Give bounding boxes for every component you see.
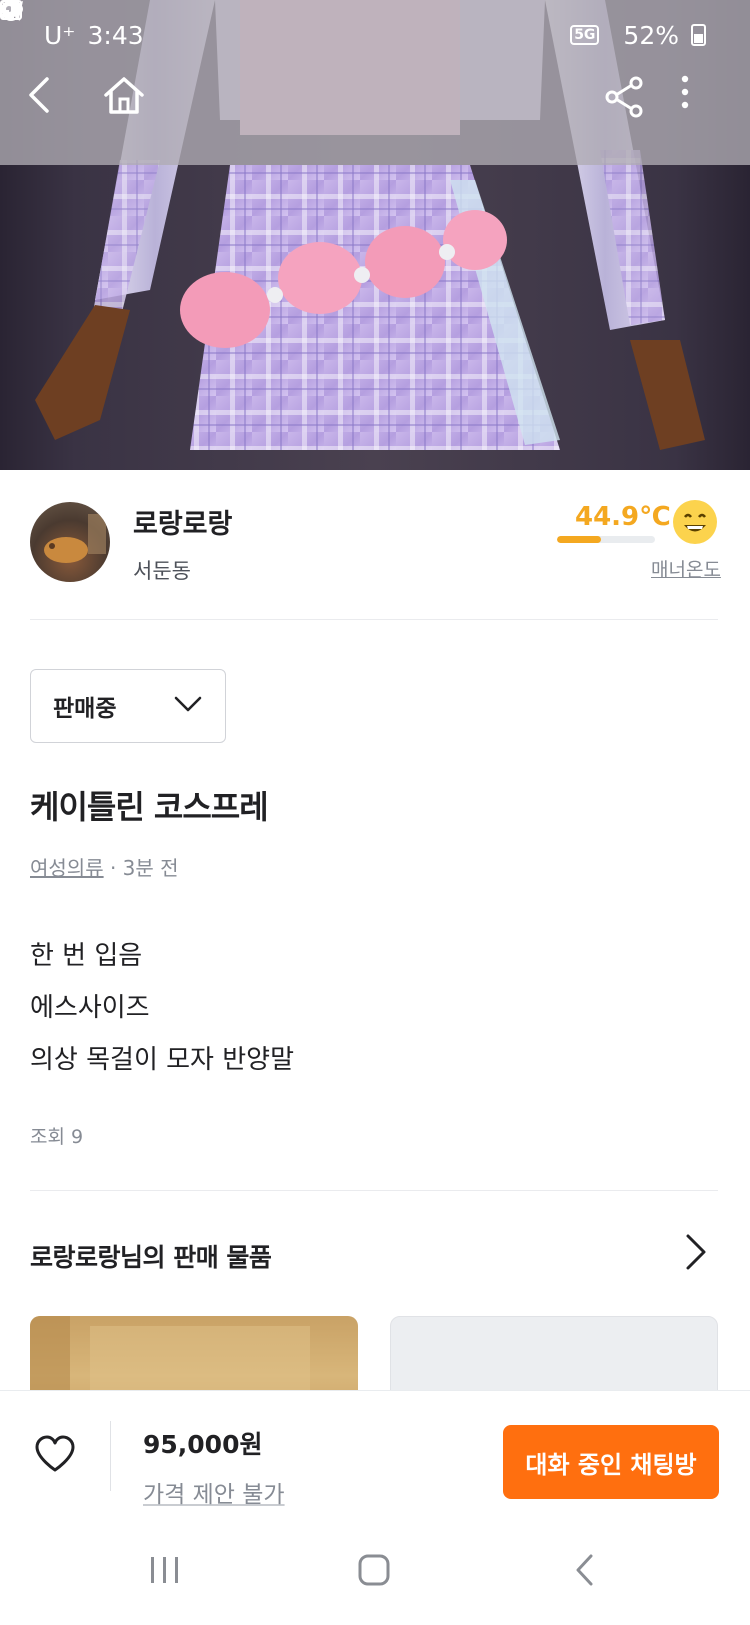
description-line: 의상 목걸이 모자 반양말: [30, 1045, 294, 1075]
avatar[interactable]: [30, 502, 110, 582]
seller-items-heading[interactable]: 로랑로랑님의 판매 물품: [30, 1238, 272, 1274]
manner-temperature-label[interactable]: 매너온도: [651, 555, 721, 582]
status-bar: U⁺ 3:43 5G 52%: [0, 0, 750, 70]
seller-name[interactable]: 로랑로랑: [133, 502, 232, 541]
description-line: 한 번 입음: [30, 941, 143, 971]
system-nav-bar: [0, 1515, 750, 1625]
chevron-down-icon: [173, 695, 203, 717]
posted-time: · 3분 전: [109, 856, 179, 880]
price-negotiation-label: 가격 제안 불가: [143, 1482, 285, 1508]
seller-location: 서둔동: [133, 559, 191, 583]
chat-button[interactable]: 대화 중인 채팅방: [503, 1425, 719, 1499]
sale-status-value: 판매중: [53, 696, 117, 722]
product-image[interactable]: U⁺ 3:43 5G 52%: [0, 0, 750, 470]
heart-icon: [35, 1435, 75, 1472]
temperature-bar: [557, 536, 655, 543]
manner-temperature: 44.9℃: [575, 502, 671, 532]
bottom-action-bar: 95,000원 가격 제안 불가 대화 중인 채팅방: [0, 1390, 750, 1515]
clock: 3:43: [87, 20, 144, 50]
product-meta: 여성의류 · 3분 전: [30, 852, 179, 881]
home-button[interactable]: [102, 75, 162, 145]
seller-profile[interactable]: 로랑로랑 서둔동 44.9℃ 매너온도: [0, 470, 750, 620]
sale-status-select[interactable]: 판매중: [30, 669, 226, 743]
back-arrow-icon: [29, 77, 49, 113]
recent-apps-button[interactable]: [135, 1545, 195, 1595]
temperature-bar-fill: [557, 536, 601, 543]
divider: [30, 1190, 718, 1191]
chevron-right-icon: [686, 1234, 706, 1270]
carrier-label: U⁺: [44, 20, 76, 50]
battery-icon: [691, 24, 706, 46]
back-button[interactable]: [25, 75, 85, 145]
share-icon: [605, 76, 643, 118]
like-button[interactable]: [34, 1435, 76, 1473]
system-back-button[interactable]: [555, 1545, 615, 1595]
top-nav: [0, 75, 750, 145]
more-button[interactable]: [680, 75, 740, 145]
home-icon: [104, 77, 144, 114]
vertical-divider: [110, 1421, 111, 1491]
system-back-icon: [576, 1554, 593, 1586]
recent-apps-icon: [151, 1557, 178, 1583]
seller-items-more-button[interactable]: [680, 1232, 710, 1272]
more-vertical-icon: [681, 75, 689, 109]
network-label: 5G: [570, 25, 600, 45]
share-button[interactable]: [602, 75, 662, 145]
system-home-button[interactable]: [344, 1545, 404, 1595]
divider: [30, 619, 718, 620]
category-link[interactable]: 여성의류: [30, 856, 104, 880]
product-description: 한 번 입음 에스사이즈 의상 목걸이 모자 반양말: [30, 930, 294, 1086]
home-square-icon: [358, 1554, 390, 1586]
battery-percent: 52%: [623, 20, 679, 50]
price: 95,000원: [143, 1430, 263, 1459]
view-count: 조회 9: [30, 1126, 84, 1148]
product-title: 케이틀린 코스프레: [30, 788, 269, 826]
smile-face-icon: [671, 498, 719, 546]
description-line: 에스사이즈: [30, 993, 150, 1023]
